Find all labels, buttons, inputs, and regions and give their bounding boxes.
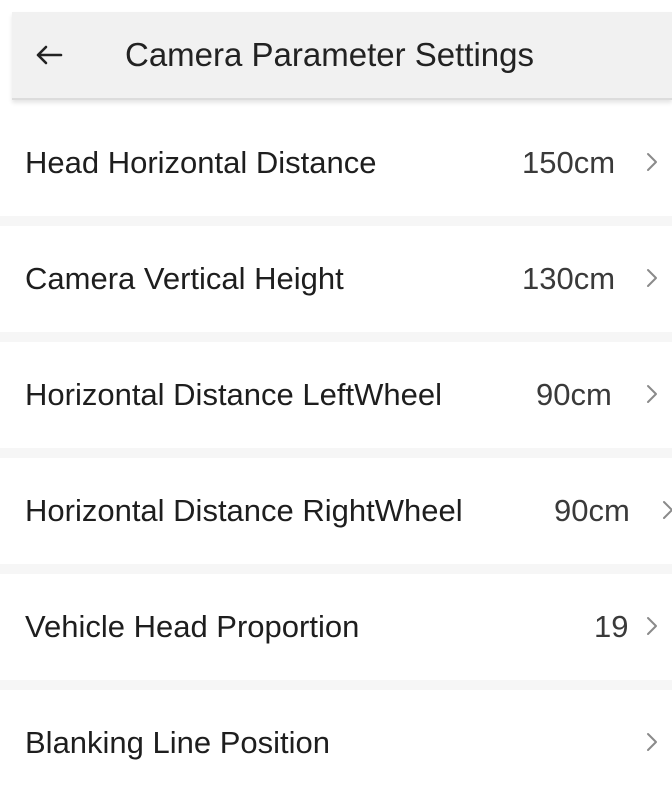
setting-label: Horizontal Distance LeftWheel bbox=[25, 377, 442, 412]
setting-label: Camera Vertical Height bbox=[25, 261, 344, 296]
divider bbox=[0, 680, 672, 690]
chevron-right-icon bbox=[644, 266, 660, 290]
setting-value: 90cm bbox=[536, 377, 612, 412]
status-area bbox=[0, 0, 672, 12]
setting-row-head-horizontal-distance[interactable]: Head Horizontal Distance 150cm bbox=[0, 110, 672, 216]
back-button[interactable] bbox=[32, 38, 66, 72]
divider bbox=[0, 564, 672, 574]
setting-row-horizontal-distance-left-wheel[interactable]: Horizontal Distance LeftWheel 90cm bbox=[0, 342, 672, 448]
settings-list: Head Horizontal Distance 150cm Camera Ve… bbox=[0, 110, 672, 796]
setting-label: Vehicle Head Proportion bbox=[25, 609, 360, 644]
setting-row-camera-vertical-height[interactable]: Camera Vertical Height 130cm bbox=[0, 226, 672, 332]
setting-label: Horizontal Distance RightWheel bbox=[25, 493, 463, 528]
setting-row-horizontal-distance-right-wheel[interactable]: Horizontal Distance RightWheel 90cm bbox=[0, 458, 672, 564]
setting-value: 90cm bbox=[554, 493, 630, 528]
setting-label: Blanking Line Position bbox=[25, 725, 331, 760]
setting-row-blanking-line-position[interactable]: Blanking Line Position bbox=[0, 690, 672, 796]
app-header: Camera Parameter Settings bbox=[12, 12, 672, 100]
setting-value: 19 bbox=[594, 609, 629, 644]
setting-label: Head Horizontal Distance bbox=[25, 145, 377, 180]
divider bbox=[0, 448, 672, 458]
chevron-right-icon bbox=[644, 382, 660, 406]
divider bbox=[0, 216, 672, 226]
setting-value: 130cm bbox=[522, 261, 616, 296]
page-title: Camera Parameter Settings bbox=[125, 36, 535, 73]
setting-value: 150cm bbox=[522, 145, 616, 180]
chevron-right-icon bbox=[644, 730, 660, 754]
chevron-right-icon bbox=[644, 614, 660, 638]
setting-row-vehicle-head-proportion[interactable]: Vehicle Head Proportion 19 bbox=[0, 574, 672, 680]
chevron-right-icon bbox=[660, 498, 672, 522]
arrow-left-icon bbox=[35, 44, 63, 66]
chevron-right-icon bbox=[644, 150, 660, 174]
divider bbox=[0, 332, 672, 342]
